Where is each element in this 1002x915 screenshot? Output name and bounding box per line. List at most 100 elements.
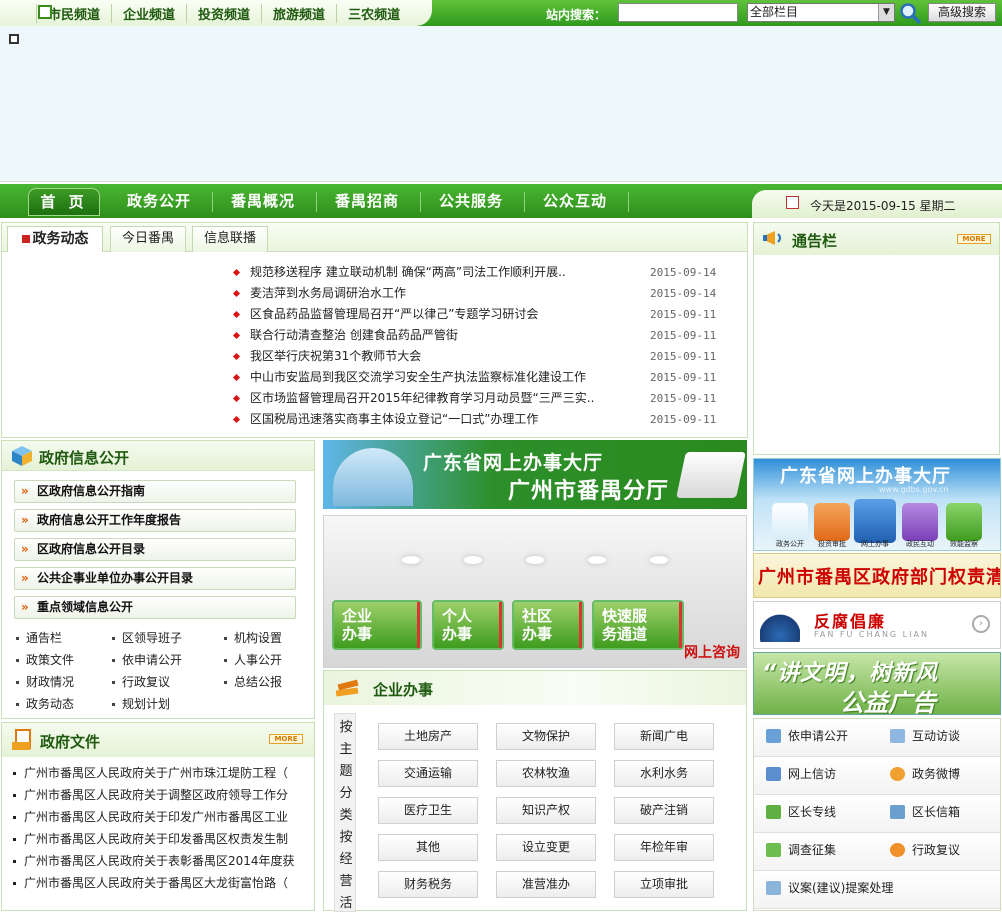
topic-button[interactable]: 年检年审: [614, 834, 714, 861]
topic-button[interactable]: 财务税务: [378, 871, 478, 898]
info-guide-button[interactable]: » 区政府信息公开指南: [14, 480, 296, 503]
file-item[interactable]: 广州市番禺区人民政府关于印发番禺区权责发生制: [13, 829, 313, 850]
tab-gov-news[interactable]: 政务动态: [7, 226, 103, 252]
service-admin-review[interactable]: 行政复议: [878, 833, 1000, 871]
key-areas-button[interactable]: » 重点领域信息公开: [14, 596, 296, 619]
info-link[interactable]: 总结公报: [224, 673, 282, 690]
nav-panyu-overview[interactable]: 番禺概况: [214, 184, 312, 218]
channel-investment[interactable]: 投资频道: [186, 3, 261, 23]
info-link[interactable]: 通告栏: [16, 629, 62, 646]
info-link[interactable]: 规划计划: [112, 695, 170, 712]
info-link[interactable]: 机构设置: [224, 629, 282, 646]
online-consult-link[interactable]: 网上咨询: [684, 642, 740, 662]
news-title[interactable]: 规范移送程序 建立联动机制 确保“两高”司法工作顺利开展..: [250, 262, 610, 283]
top-bar: 市民频道 企业频道 投资频道 旅游频道 三农频道 站内搜索： 全部栏目 ▼ 高级搜…: [0, 0, 1002, 26]
tab-info-broadcast[interactable]: 信息联播: [192, 226, 268, 252]
more-button[interactable]: MORE: [269, 734, 303, 744]
news-item[interactable]: 中山市安监局到我区交流学习安全生产执法监察标准化建设工作 2015-09-11: [232, 367, 734, 388]
nav-investment[interactable]: 番禺招商: [318, 184, 416, 218]
link-label: 政务动态: [26, 697, 75, 711]
topic-button[interactable]: 准营准办: [496, 871, 596, 898]
service-survey[interactable]: 调查征集: [754, 833, 878, 871]
file-item[interactable]: 广州市番禺区人民政府关于调整区政府领导工作分: [13, 785, 313, 806]
news-title[interactable]: 麦洁萍到水务局调研治水工作: [250, 283, 610, 304]
service-apply-disclosure[interactable]: 依申请公开: [754, 719, 878, 757]
service-weibo[interactable]: 政务微博: [878, 757, 1000, 795]
nav-public-interaction[interactable]: 公众互动: [526, 184, 624, 218]
file-item[interactable]: 广州市番禺区人民政府关于广州市珠江堤防工程（: [13, 763, 313, 784]
news-item[interactable]: 联合行动清查整治 创建食品药品严管街 2015-09-11: [232, 325, 734, 346]
gd-online-hall-ad[interactable]: 广东省网上办事大厅 www.gdbs.gov.cn 政务公开 投资审批 网上办事…: [753, 458, 1001, 551]
info-link[interactable]: 区领导班子: [112, 629, 182, 646]
fast-channel-card[interactable]: 快速服 务通道: [592, 600, 684, 650]
file-item[interactable]: 广州市番禺区人民政府关于表彰番禺区2014年度获: [13, 851, 313, 872]
topic-button[interactable]: 立项审批: [614, 871, 714, 898]
news-item[interactable]: 我区举行庆祝第31个教师节大会 2015-09-11: [232, 346, 734, 367]
service-mayor-hotline[interactable]: 区长专线: [754, 795, 878, 833]
public-units-catalog-button[interactable]: » 公共企事业单位办事公开目录: [14, 567, 296, 590]
service-proposal[interactable]: 议案(建议)提案处理: [754, 871, 1000, 909]
topic-button[interactable]: 交通运输: [378, 760, 478, 787]
lamp-graphic: [588, 556, 606, 564]
info-link[interactable]: 行政复议: [112, 673, 170, 690]
gd-online-hall-banner[interactable]: 广东省网上办事大厅 广州市番禺分厅: [323, 440, 747, 509]
advanced-search-button[interactable]: 高级搜索: [928, 3, 996, 22]
news-title[interactable]: 区国税局迅速落实商事主体设立登记“一口式”办理工作: [250, 409, 610, 430]
file-item[interactable]: 广州市番禺区人民政府关于印发广州市番禺区工业: [13, 807, 313, 828]
topic-button[interactable]: 农林牧渔: [496, 760, 596, 787]
community-service-card[interactable]: 社区 办事: [512, 600, 584, 650]
power-list-banner[interactable]: 广州市番禺区政府部门权责清单: [753, 553, 1001, 598]
topic-button[interactable]: 设立变更: [496, 834, 596, 861]
news-item[interactable]: 麦洁萍到水务局调研治水工作 2015-09-14: [232, 283, 734, 304]
bullet-icon: [16, 681, 19, 684]
info-link[interactable]: 政务动态: [16, 695, 74, 712]
topic-button[interactable]: 土地房产: [378, 723, 478, 750]
news-item[interactable]: 规范移送程序 建立联动机制 确保“两高”司法工作顺利开展.. 2015-09-14: [232, 262, 734, 283]
tab-today-panyu[interactable]: 今日番禺: [110, 226, 186, 252]
channel-enterprise[interactable]: 企业频道: [111, 3, 186, 23]
news-title[interactable]: 我区举行庆祝第31个教师节大会: [250, 346, 610, 367]
topic-button[interactable]: 破产注销: [614, 797, 714, 824]
more-button[interactable]: MORE: [957, 234, 991, 244]
nav-gov-affairs[interactable]: 政务公开: [110, 184, 208, 218]
news-title[interactable]: 联合行动清查整治 创建食品药品严管街: [250, 325, 610, 346]
channel-tourism[interactable]: 旅游频道: [261, 3, 336, 23]
news-item[interactable]: 区市场监督管理局召开2015年纪律教育学习月动员暨“三严三实.. 2015-09-…: [232, 388, 734, 409]
topic-button[interactable]: 水利水务: [614, 760, 714, 787]
info-link[interactable]: 财政情况: [16, 673, 74, 690]
nav-home[interactable]: 首 页: [28, 188, 100, 216]
review-icon: [890, 843, 905, 857]
banner-toggle-icon[interactable]: [9, 34, 19, 44]
info-annual-report-button[interactable]: » 政府信息公开工作年度报告: [14, 509, 296, 532]
topic-button[interactable]: 文物保护: [496, 723, 596, 750]
info-catalog-button[interactable]: » 区政府信息公开目录: [14, 538, 296, 561]
public-welfare-ad-banner[interactable]: “讲文明，树新风 公益广告: [753, 652, 1001, 715]
channel-agriculture[interactable]: 三农频道: [336, 3, 411, 23]
news-title[interactable]: 区食品药品监督管理局召开“严以律己”专题学习研讨会: [250, 304, 610, 325]
topic-button[interactable]: 医疗卫生: [378, 797, 478, 824]
news-title[interactable]: 中山市安监局到我区交流学习安全生产执法监察标准化建设工作: [250, 367, 610, 388]
service-petition[interactable]: 网上信访: [754, 757, 878, 795]
file-item[interactable]: 广州市番禺区人民政府关于番禺区大龙街富怡路（: [13, 873, 313, 894]
enterprise-service-card[interactable]: 企业 办事: [332, 600, 422, 650]
topic-button[interactable]: 新闻广电: [614, 723, 714, 750]
search-scope-select[interactable]: 全部栏目 ▼: [747, 3, 895, 22]
info-link[interactable]: 依申请公开: [112, 651, 182, 668]
bullet-icon: [16, 659, 19, 662]
service-interview[interactable]: 互动访谈: [878, 719, 1000, 757]
search-icon[interactable]: [898, 2, 922, 24]
topic-button[interactable]: 知识产权: [496, 797, 596, 824]
news-item[interactable]: 区国税局迅速落实商事主体设立登记“一口式”办理工作 2015-09-11: [232, 409, 734, 430]
nav-public-service[interactable]: 公共服务: [422, 184, 520, 218]
date-text: 今天是2015-09-15 星期二: [810, 199, 956, 213]
news-item[interactable]: 区食品药品监督管理局召开“严以律己”专题学习研讨会 2015-09-11: [232, 304, 734, 325]
topic-button[interactable]: 其他: [378, 834, 478, 861]
news-title[interactable]: 区市场监督管理局召开2015年纪律教育学习月动员暨“三严三实..: [250, 388, 610, 409]
personal-service-card[interactable]: 个人 办事: [432, 600, 504, 650]
info-link[interactable]: 政策文件: [16, 651, 74, 668]
search-input[interactable]: [618, 3, 738, 22]
info-link[interactable]: 人事公开: [224, 651, 282, 668]
anti-corruption-banner[interactable]: 反腐倡廉 FAN FU CHANG LIAN ›: [753, 601, 1001, 649]
file-title: 广州市番禺区人民政府关于印发番禺区权责发生制: [24, 832, 289, 846]
service-mayor-mailbox[interactable]: 区长信箱: [878, 795, 1000, 833]
